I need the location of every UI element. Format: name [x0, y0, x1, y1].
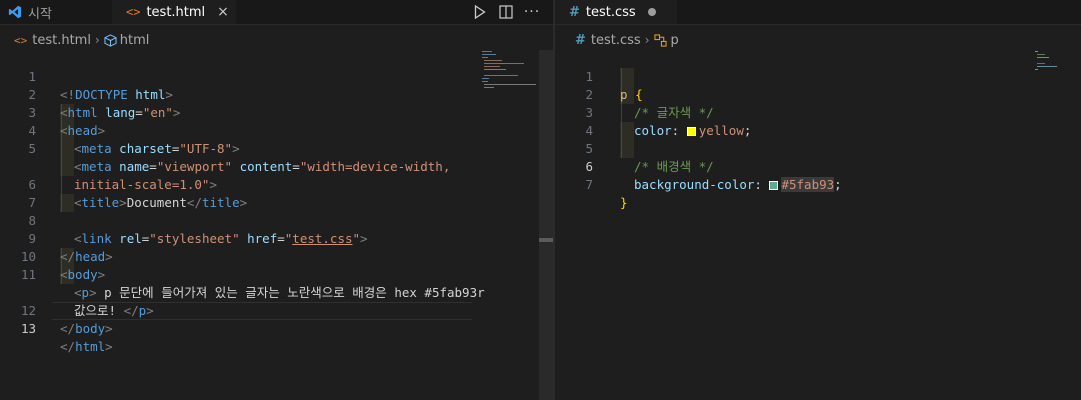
tab-welcome[interactable]: 시작: [0, 0, 112, 24]
tab-label: test.css: [585, 4, 636, 20]
minimap-line: [484, 69, 506, 70]
code-line: 13 </html>: [0, 302, 553, 354]
minimap-line: [1037, 57, 1049, 58]
css-property: background-color: [634, 177, 755, 192]
breadcrumb-file[interactable]: <> test.html: [14, 33, 91, 48]
minimap-line: [482, 81, 488, 82]
brace-close: }: [620, 195, 628, 210]
code-line: 12 </body>: [0, 284, 553, 336]
line-number: 13: [20, 321, 36, 336]
color-swatch-bg[interactable]: [769, 181, 779, 190]
chevron-right-icon: ›: [644, 33, 650, 47]
split-editor-icon[interactable]: [496, 2, 516, 22]
css-value: #5fab93: [781, 177, 835, 192]
minimap-line: [1037, 54, 1045, 55]
code-line: 2 /* 글자색 */: [555, 68, 1081, 120]
minimap-line: [1037, 66, 1057, 67]
css-file-icon: #: [575, 32, 586, 48]
scroll-thumb[interactable]: [539, 238, 553, 242]
breadcrumb: <> test.html › html: [14, 30, 149, 50]
right-editor-group: # test.css # test.css › p 1 p { 2 /* 글자색…: [555, 0, 1081, 400]
tab-label: test.html: [146, 4, 206, 20]
left-editor-group: 시작 <> test.html × ··· <> test.html › htm…: [0, 0, 553, 400]
more-actions-icon[interactable]: ···: [522, 2, 542, 22]
right-tab-bar: # test.css: [555, 0, 1081, 25]
minimap-line: [484, 63, 524, 64]
minimap-line: [484, 60, 502, 61]
close-icon[interactable]: ×: [217, 4, 229, 20]
code-editor-css[interactable]: 1 p { 2 /* 글자색 */ 3 color: yellow; 4 5 /…: [555, 50, 1081, 400]
selector-icon: [653, 33, 667, 47]
code-line: 7: [0, 176, 553, 210]
code-line: 1 <!DOCTYPE html>: [0, 50, 553, 102]
code-line: 1 p {: [555, 50, 1081, 102]
code-line: 10 <body>: [0, 230, 553, 282]
code-text: </body>: [60, 321, 113, 336]
css-file-icon: #: [569, 4, 580, 20]
code-line: 4: [555, 104, 1081, 138]
semicolon: ;: [834, 177, 842, 192]
minimap-line: [482, 54, 496, 55]
code-line: 4 <meta charset="UTF-8">: [0, 104, 553, 156]
tab-test-css[interactable]: # test.css: [555, 0, 677, 24]
code-line: 값으로! </p>: [0, 266, 553, 318]
code-line: 6 background-color: #5fab93;: [555, 140, 1081, 192]
code-text: background-color: #5fab93;: [634, 176, 842, 194]
minimap[interactable]: [480, 50, 540, 90]
code-line: initial-scale=1.0">: [0, 140, 553, 192]
minimap-line: [1035, 51, 1038, 52]
vscode-logo-icon: [8, 5, 22, 19]
chevron-right-icon: ›: [94, 33, 100, 47]
code-line: 2 <html lang="en">: [0, 68, 553, 120]
code-line: 8 <link rel="stylesheet" href="test.css"…: [0, 194, 553, 246]
code-line: 6 <title>Document</title>: [0, 158, 553, 210]
code-text: }: [620, 194, 628, 212]
minimap-line: [484, 66, 500, 67]
breadcrumb-symbol[interactable]: p: [653, 33, 679, 48]
unsaved-dot-icon[interactable]: [647, 8, 656, 16]
code-line: 11 <p> p 문단에 들어가져 있는 글자는 노란색으로 배경은 hex #…: [0, 248, 553, 300]
line-number: 7: [585, 177, 593, 192]
colon: :: [754, 177, 762, 192]
html-file-icon: <>: [126, 5, 141, 19]
minimap-line: [484, 75, 518, 76]
minimap-line: [484, 87, 494, 88]
minimap-line: [482, 51, 492, 52]
tab-label: 시작: [28, 6, 52, 22]
code-line: 5 /* 배경색 */: [555, 122, 1081, 174]
code-line: 9 </head>: [0, 212, 553, 264]
minimap-line: [484, 84, 536, 85]
minimap-line: [482, 78, 489, 79]
code-text: </html>: [60, 339, 113, 354]
minimap[interactable]: [1033, 50, 1081, 90]
html-file-icon: <>: [14, 33, 28, 47]
breadcrumb-symbol[interactable]: html: [104, 33, 149, 48]
minimap-line: [1035, 69, 1038, 70]
code-line: 7 }: [555, 158, 1081, 210]
code-line: 3 <head>: [0, 86, 553, 138]
breadcrumb: # test.css › p: [575, 30, 679, 50]
code-line: 5 <meta name="viewport" content="width=d…: [0, 122, 553, 174]
tab-test-html[interactable]: <> test.html ×: [112, 0, 236, 24]
run-icon[interactable]: [470, 2, 490, 22]
element-icon: [104, 33, 117, 47]
minimap-line: [1037, 63, 1045, 64]
minimap-line: [482, 57, 488, 58]
vertical-scrollbar[interactable]: [539, 50, 553, 400]
breadcrumb-file[interactable]: # test.css: [575, 33, 641, 48]
code-line: 3 color: yellow;: [555, 86, 1081, 138]
left-tab-bar: 시작 <> test.html × ···: [0, 0, 553, 25]
editor-actions: ···: [464, 0, 542, 24]
code-editor-html[interactable]: 1 <!DOCTYPE html> 2 <html lang="en"> 3 <…: [0, 50, 553, 400]
